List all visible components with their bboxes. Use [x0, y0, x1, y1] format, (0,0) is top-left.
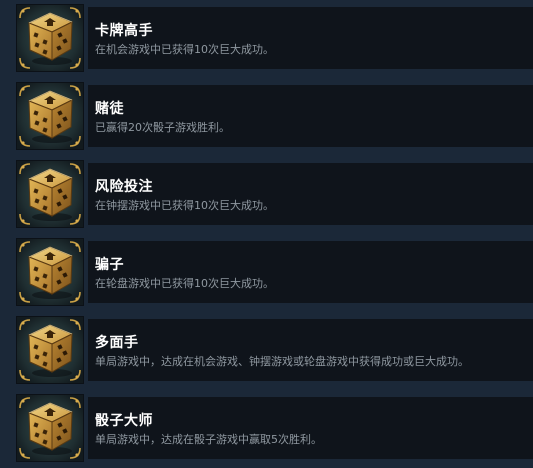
achievement-text-panel: 风险投注 在钟摆游戏中已获得10次巨大成功。	[88, 163, 533, 225]
achievement-row: 风险投注 在钟摆游戏中已获得10次巨大成功。	[0, 155, 533, 233]
achievement-description: 单局游戏中，达成在骰子游戏中赢取5次胜利。	[95, 433, 322, 446]
gold-dice-icon	[17, 317, 83, 383]
achievement-title: 卡牌高手	[95, 23, 153, 39]
achievement-description: 单局游戏中，达成在机会游戏、钟摆游戏或轮盘游戏中获得成功或巨大成功。	[95, 355, 469, 368]
gold-dice-icon	[17, 5, 83, 71]
achievement-row: 骰子大师 单局游戏中，达成在骰子游戏中赢取5次胜利。	[0, 389, 533, 467]
achievement-description: 已赢得20次骰子游戏胜利。	[95, 121, 230, 134]
achievement-title: 风险投注	[95, 179, 153, 195]
gold-dice-icon	[17, 161, 83, 227]
achievement-title: 赌徒	[95, 101, 124, 117]
achievement-title: 多面手	[95, 335, 139, 351]
gold-dice-icon	[17, 83, 83, 149]
achievement-list: 卡牌高手 在机会游戏中已获得10次巨大成功。 赌徒 已赢得20次骰子游戏胜利。 …	[0, 0, 533, 468]
achievement-row: 骗子 在轮盘游戏中已获得10次巨大成功。	[0, 233, 533, 311]
achievement-row: 多面手 单局游戏中，达成在机会游戏、钟摆游戏或轮盘游戏中获得成功或巨大成功。	[0, 311, 533, 389]
achievement-description: 在钟摆游戏中已获得10次巨大成功。	[95, 199, 274, 212]
achievement-row: 卡牌高手 在机会游戏中已获得10次巨大成功。	[0, 0, 533, 77]
achievement-text-panel: 多面手 单局游戏中，达成在机会游戏、钟摆游戏或轮盘游戏中获得成功或巨大成功。	[88, 319, 533, 381]
achievement-description: 在轮盘游戏中已获得10次巨大成功。	[95, 277, 274, 290]
achievement-title: 骰子大师	[95, 413, 153, 429]
achievement-text-panel: 卡牌高手 在机会游戏中已获得10次巨大成功。	[88, 7, 533, 69]
achievement-row: 赌徒 已赢得20次骰子游戏胜利。	[0, 77, 533, 155]
achievement-description: 在机会游戏中已获得10次巨大成功。	[95, 43, 274, 56]
achievement-text-panel: 骰子大师 单局游戏中，达成在骰子游戏中赢取5次胜利。	[88, 397, 533, 459]
gold-dice-icon	[17, 395, 83, 461]
gold-dice-icon	[17, 239, 83, 305]
achievement-text-panel: 赌徒 已赢得20次骰子游戏胜利。	[88, 85, 533, 147]
achievement-title: 骗子	[95, 257, 124, 273]
achievement-text-panel: 骗子 在轮盘游戏中已获得10次巨大成功。	[88, 241, 533, 303]
